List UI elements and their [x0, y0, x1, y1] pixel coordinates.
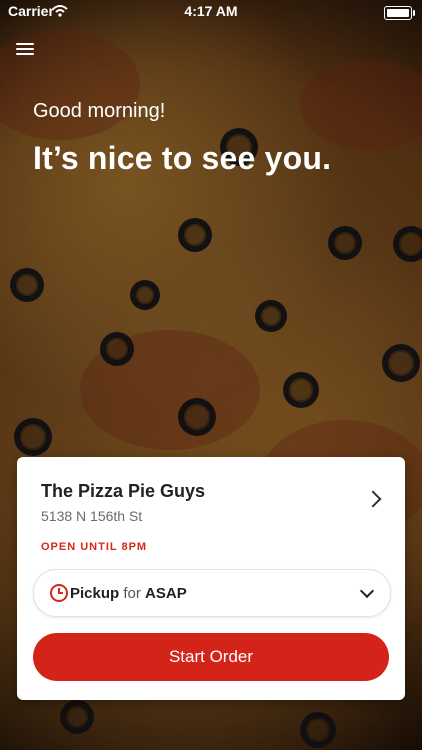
battery-icon: [384, 6, 415, 20]
hamburger-menu-icon[interactable]: [16, 40, 34, 56]
chevron-right-icon[interactable]: [364, 490, 382, 508]
clock-icon: [50, 584, 68, 602]
order-time: ASAP: [145, 585, 187, 602]
order-mode-connector: for: [123, 585, 141, 602]
store-hours-status: OPEN UNTIL 8PM: [41, 541, 148, 553]
store-address: 5138 N 156th St: [41, 508, 143, 524]
order-mode-selector[interactable]: Pickup for ASAP: [33, 569, 391, 617]
start-order-button[interactable]: Start Order: [33, 633, 389, 681]
status-time: 4:17 AM: [184, 3, 238, 19]
store-card: The Pizza Pie Guys 5138 N 156th St OPEN …: [17, 457, 405, 700]
order-mode-text: Pickup for ASAP: [70, 585, 187, 602]
status-bar: Carrier 4:17 AM: [0, 0, 422, 24]
store-name[interactable]: The Pizza Pie Guys: [41, 481, 205, 502]
welcome-headline: It’s nice to see you.: [33, 140, 332, 176]
order-mode: Pickup: [70, 585, 120, 602]
greeting-text: Good morning!: [33, 100, 166, 122]
chevron-down-icon: [359, 583, 375, 599]
